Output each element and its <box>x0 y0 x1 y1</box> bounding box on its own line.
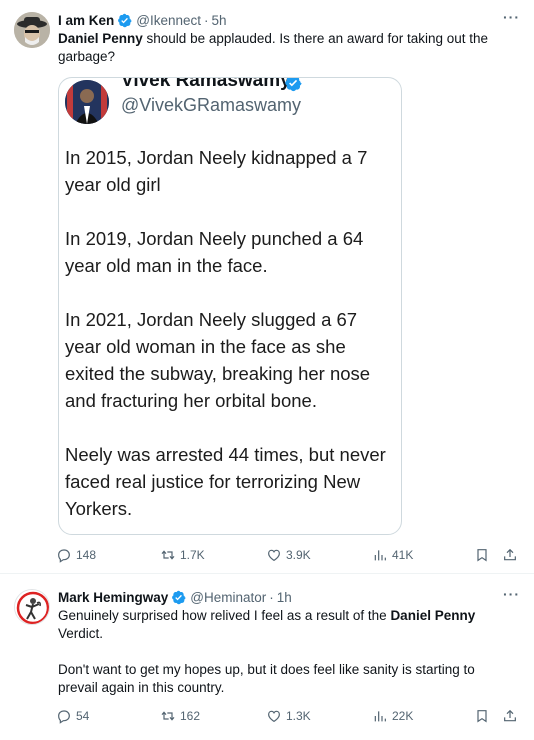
like-icon <box>268 549 280 562</box>
retweet-button[interactable]: 1.7K <box>160 547 205 563</box>
tweet-paragraph: Don't want to get my hopes up, but it do… <box>58 662 475 695</box>
tweet-header: I am Ken @Ikennect · 5h ··· <box>58 9 520 29</box>
bookmark-icon <box>477 549 487 562</box>
avatar[interactable] <box>14 589 50 625</box>
retweet-icon <box>161 711 175 721</box>
retweet-count: 1.7K <box>180 548 205 562</box>
views-button[interactable]: 41K <box>372 547 413 563</box>
reply-count: 54 <box>76 709 90 723</box>
tweet-text: Genuinely surprised how relived I feel a… <box>58 607 516 697</box>
quoted-paragraph: Neely was arrested 44 times, but never f… <box>65 444 386 519</box>
reply-count: 148 <box>76 548 97 562</box>
more-icon[interactable]: ··· <box>503 586 520 602</box>
avatar-image <box>14 12 50 48</box>
verified-badge-icon <box>118 13 132 27</box>
tweet-text: Daniel Penny should be applauded. Is the… <box>58 30 516 66</box>
tweet-paragraph: Genuinely surprised how relived I feel a… <box>58 607 516 643</box>
author-name[interactable]: Mark Hemingway <box>58 590 168 605</box>
like-count: 1.3K <box>286 709 311 723</box>
like-button[interactable]: 1.3K <box>266 708 311 724</box>
verified-badge-icon <box>172 590 186 604</box>
highlighted-text: Daniel Penny <box>58 31 143 46</box>
more-icon[interactable]: ··· <box>503 9 520 25</box>
timestamp[interactable]: 1h <box>277 590 292 605</box>
image-attachment[interactable]: Vivek Ramaswamy @VivekGRamaswamy In 2015… <box>58 77 402 535</box>
views-button[interactable]: 22K <box>372 708 413 724</box>
author-name[interactable]: I am Ken <box>58 13 114 28</box>
quoted-handle: @VivekGRamaswamy <box>121 95 301 115</box>
like-button[interactable]: 3.9K <box>266 547 311 563</box>
quoted-text: In 2015, Jordan Neely kidnapped a 7 year… <box>65 144 395 534</box>
quoted-avatar <box>65 80 109 124</box>
author-handle[interactable]: @Heminator <box>190 590 266 605</box>
verified-badge-icon <box>285 78 302 92</box>
tweet[interactable]: Mark Hemingway @Heminator · 1h ··· Genui… <box>0 575 534 740</box>
reply-icon <box>58 549 70 563</box>
tweet-text-part: Verdict. <box>58 626 104 641</box>
action-bar: 148 1.7K 3.9K 41K <box>56 546 520 564</box>
views-count: 41K <box>392 548 414 562</box>
retweet-icon <box>161 550 175 560</box>
action-bar: 54 162 1.3K 22K <box>56 707 520 725</box>
retweet-button[interactable]: 162 <box>160 708 200 724</box>
retweet-count: 162 <box>180 709 201 723</box>
tweet-header: Mark Hemingway @Heminator · 1h ··· <box>58 586 520 606</box>
author-handle[interactable]: @Ikennect <box>136 13 201 28</box>
quoted-avatar-image <box>65 80 109 124</box>
quoted-paragraph: In 2021, Jordan Neely slugged a 67 year … <box>65 309 371 411</box>
reply-button[interactable]: 54 <box>56 708 89 724</box>
tweet-text-part: Genuinely surprised how relived I feel a… <box>58 608 391 623</box>
separator-dot: · <box>269 589 274 605</box>
quoted-paragraph: In 2015, Jordan Neely kidnapped a 7 year… <box>65 147 368 195</box>
reply-button[interactable]: 148 <box>56 547 96 563</box>
tweet[interactable]: I am Ken @Ikennect · 5h ··· Daniel Penny… <box>0 0 534 574</box>
bookmark-icon <box>477 710 487 723</box>
share-button[interactable] <box>502 547 518 563</box>
views-count: 22K <box>392 709 414 723</box>
share-icon <box>504 548 516 561</box>
quoted-name: Vivek Ramaswamy <box>121 77 291 91</box>
avatar[interactable] <box>14 12 50 48</box>
like-count: 3.9K <box>286 548 311 562</box>
timestamp[interactable]: 5h <box>212 13 227 28</box>
bookmark-button[interactable] <box>474 708 490 724</box>
reply-icon <box>58 710 70 724</box>
separator-dot: · <box>204 12 209 28</box>
views-icon <box>374 711 386 722</box>
highlighted-text: Daniel Penny <box>390 608 476 623</box>
views-icon <box>374 550 386 561</box>
bookmark-button[interactable] <box>474 547 490 563</box>
quoted-paragraph: In 2019, Jordan Neely punched a 64 year … <box>65 228 364 276</box>
like-icon <box>268 710 280 723</box>
share-button[interactable] <box>502 708 518 724</box>
share-icon <box>504 709 516 722</box>
avatar-image <box>15 590 49 624</box>
